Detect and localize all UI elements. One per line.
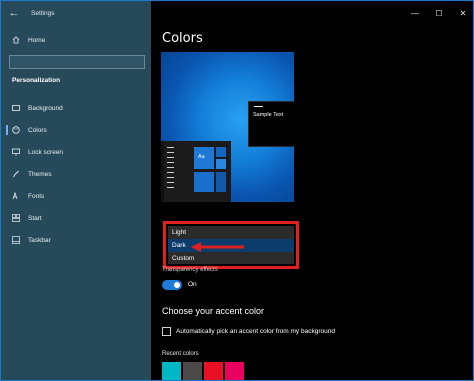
color-swatch[interactable] bbox=[162, 362, 181, 380]
red-arrow-icon bbox=[191, 242, 244, 252]
brush-icon bbox=[12, 170, 20, 178]
window-controls: — ☐ ✕ bbox=[403, 1, 473, 25]
color-swatch[interactable] bbox=[204, 362, 223, 380]
preview-tile: Aa bbox=[194, 147, 214, 169]
picture-icon bbox=[12, 104, 20, 112]
sidebar-item-label: Background bbox=[28, 104, 63, 112]
page-title: Colors bbox=[162, 31, 203, 46]
dropdown-option-light[interactable]: Light bbox=[168, 226, 294, 239]
preview-sample-text: Sample Text bbox=[253, 112, 284, 118]
sidebar-item-taskbar[interactable]: Taskbar bbox=[1, 233, 151, 247]
section-title: Personalization bbox=[12, 77, 61, 84]
minimize-button[interactable]: — bbox=[403, 1, 427, 25]
sidebar-item-themes[interactable]: Themes bbox=[1, 167, 151, 181]
title-bar: ← Settings bbox=[1, 1, 151, 25]
sidebar-item-label: Themes bbox=[28, 170, 52, 178]
taskbar-icon bbox=[12, 236, 20, 244]
preview-window: Sample Text bbox=[248, 101, 294, 147]
sidebar-item-label: Fonts bbox=[28, 192, 45, 200]
sidebar-item-label: Lock screen bbox=[28, 148, 64, 156]
sidebar-item-label: Colors bbox=[28, 126, 47, 134]
back-arrow-icon: ← bbox=[8, 7, 20, 19]
dropdown-option-custom[interactable]: Custom bbox=[168, 252, 294, 265]
sidebar-item-lock-screen[interactable]: Lock screen bbox=[1, 145, 151, 159]
transparency-toggle[interactable] bbox=[162, 280, 182, 290]
search-input[interactable] bbox=[9, 55, 145, 69]
home-icon bbox=[12, 36, 20, 44]
font-icon bbox=[12, 192, 20, 200]
close-icon: ✕ bbox=[459, 8, 467, 18]
monitor-lock-icon bbox=[12, 148, 20, 156]
minimize-icon: — bbox=[411, 8, 419, 18]
sidebar-item-fonts[interactable]: Fonts bbox=[1, 189, 151, 203]
accent-section-title: Choose your accent color bbox=[162, 306, 265, 316]
sidebar-item-colors[interactable]: Colors bbox=[1, 123, 151, 137]
auto-accent-checkbox[interactable] bbox=[162, 327, 171, 336]
theme-preview: Sample Text Aa bbox=[161, 52, 294, 202]
sidebar-item-start[interactable]: Start bbox=[1, 211, 151, 225]
sidebar: ← Settings Home Personalization Backgrou… bbox=[1, 1, 151, 380]
start-icon bbox=[12, 214, 20, 222]
toggle-state: On bbox=[188, 281, 197, 288]
sidebar-item-background[interactable]: Background bbox=[1, 101, 151, 115]
sidebar-item-label: Home bbox=[28, 36, 46, 44]
back-button[interactable]: ← bbox=[1, 1, 27, 25]
color-swatch[interactable] bbox=[225, 362, 244, 380]
main-content: — ☐ ✕ Colors Sample Text Aa Light Dark C… bbox=[151, 1, 473, 380]
sidebar-item-label: Taskbar bbox=[28, 236, 51, 244]
maximize-icon: ☐ bbox=[435, 8, 443, 18]
preview-start-menu: Aa bbox=[161, 141, 231, 202]
auto-accent-label: Automatically pick an accent color from … bbox=[176, 328, 335, 335]
close-button[interactable]: ✕ bbox=[451, 1, 473, 25]
transparency-label: Transparency effects bbox=[162, 267, 218, 273]
sidebar-item-label: Start bbox=[28, 214, 42, 222]
color-swatch[interactable] bbox=[183, 362, 202, 380]
settings-window: ← Settings Home Personalization Backgrou… bbox=[0, 0, 474, 381]
recent-colors bbox=[162, 362, 246, 380]
app-title: Settings bbox=[31, 9, 55, 17]
recent-colors-label: Recent colors bbox=[162, 351, 199, 357]
preview-tile-text: Aa bbox=[198, 154, 205, 160]
maximize-button[interactable]: ☐ bbox=[427, 1, 451, 25]
palette-icon bbox=[12, 126, 20, 134]
sidebar-item-home[interactable]: Home bbox=[1, 32, 151, 48]
